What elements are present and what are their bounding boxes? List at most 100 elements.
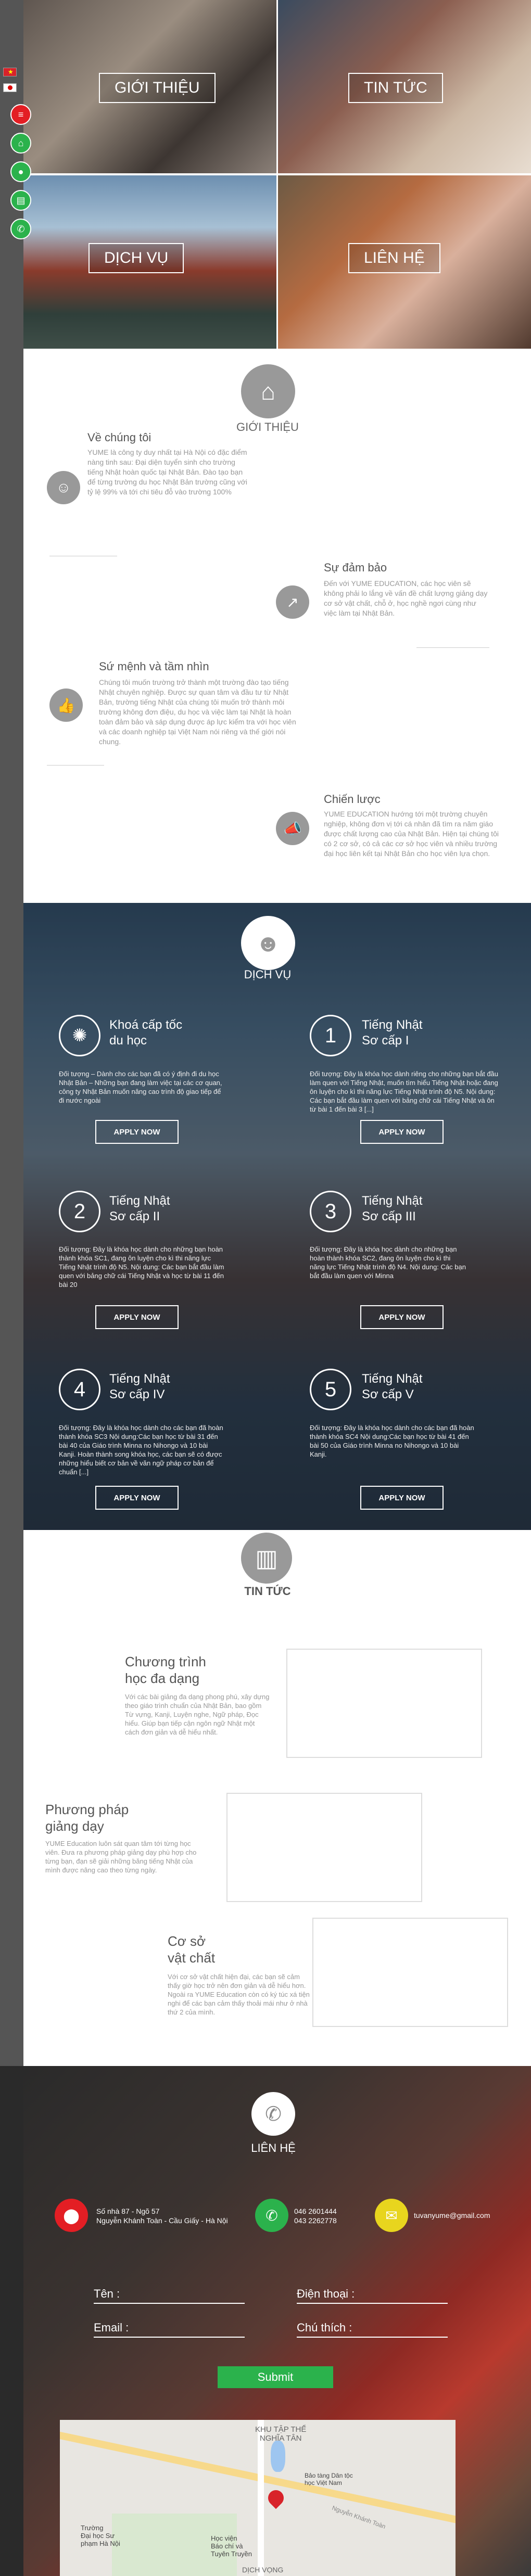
about-item-text: Đến với YUME EDUCATION, các học viên sẽ … bbox=[324, 579, 488, 617]
phone-icon: ✆ bbox=[251, 2092, 295, 2136]
about-item-title: Về chúng tôi bbox=[87, 431, 151, 444]
news-image bbox=[312, 1918, 508, 2027]
phone-label: Điện thoại : bbox=[297, 2287, 355, 2300]
news-title-line1: Cơ sở bbox=[168, 1933, 206, 1949]
apply-now-button[interactable]: APPLY NOW bbox=[360, 1305, 444, 1329]
phone-icon: ✆ bbox=[255, 2199, 288, 2232]
map-pin-icon: ⬤ bbox=[55, 2199, 88, 2232]
hero-tile-gioi-thieu[interactable]: GIỚI THIỆU bbox=[23, 0, 276, 173]
phone-input[interactable] bbox=[297, 2303, 448, 2304]
mail-icon: ✉ bbox=[375, 2199, 408, 2232]
map-lake bbox=[271, 2441, 285, 2472]
apply-now-button[interactable]: APPLY NOW bbox=[95, 1120, 179, 1144]
document-icon[interactable]: ▤ bbox=[10, 190, 31, 211]
service-text: Đối tượng: Đây là khóa học dành cho nhữn… bbox=[310, 1245, 466, 1280]
sunburst-icon: ✺ bbox=[59, 1015, 100, 1056]
address-line: Nguyễn Khánh Toàn - Cầu Giấy - Hà Nội bbox=[96, 2216, 228, 2225]
map[interactable]: KHU TẬP THỂ NGHĨA TÂN Bảo tàng Dân tộc học… bbox=[60, 2420, 456, 2576]
number-badge: 2 bbox=[59, 1191, 100, 1232]
divider bbox=[47, 765, 104, 766]
vietnamese-flag-icon[interactable] bbox=[3, 68, 17, 76]
service-text: Đối tượng: Đây là khóa học dành cho nhữn… bbox=[59, 1245, 224, 1289]
hero-tile-dich-vu[interactable]: DỊCH VỤ bbox=[23, 175, 276, 349]
apply-now-button[interactable]: APPLY NOW bbox=[360, 1486, 444, 1510]
phone-number: 046 2601444 bbox=[294, 2207, 337, 2215]
news-text: Với các bài giảng đa dạng phong phú, xây… bbox=[125, 1693, 270, 1736]
home-icon[interactable]: ⌂ bbox=[10, 133, 31, 154]
name-input[interactable] bbox=[94, 2303, 245, 2304]
map-pin-icon[interactable] bbox=[264, 2486, 287, 2509]
japanese-flag-icon[interactable] bbox=[3, 83, 17, 92]
map-road bbox=[258, 2420, 264, 2576]
note-label: Chú thích : bbox=[297, 2321, 352, 2334]
service-title-line1: Tiếng Nhật bbox=[109, 1194, 170, 1208]
about-title: GIỚI THIỆU bbox=[236, 420, 299, 433]
service-title-line2: Sơ cấp I bbox=[362, 1034, 409, 1048]
home-icon: ⌂ bbox=[241, 364, 295, 418]
email-address: tuvanyume@gmail.com bbox=[414, 2211, 490, 2220]
hero-label[interactable]: DỊCH VỤ bbox=[88, 243, 184, 273]
hero-label[interactable]: GIỚI THIỆU bbox=[99, 73, 216, 103]
contact-title: LIÊN HỆ bbox=[251, 2141, 296, 2154]
service-title-line2: du học bbox=[109, 1034, 147, 1048]
service-title-line1: Tiếng Nhật bbox=[109, 1372, 170, 1386]
phone-icon[interactable]: ✆ bbox=[10, 219, 31, 239]
hero-label[interactable]: LIÊN HỆ bbox=[348, 243, 440, 273]
news-title-line2: vật chất bbox=[168, 1950, 216, 1966]
about-item-text: Chúng tôi muốn trường trở thành một trườ… bbox=[99, 678, 296, 746]
user-icon[interactable]: ● bbox=[10, 161, 31, 182]
number-badge: 1 bbox=[310, 1015, 351, 1056]
service-text: Đối tượng: Đây là khóa học dành cho các … bbox=[59, 1424, 223, 1476]
about-item-title: Sự đảm bảo bbox=[324, 561, 387, 574]
support-agent-icon: ☻ bbox=[241, 916, 295, 970]
number-badge: 5 bbox=[310, 1369, 351, 1410]
number-badge: 3 bbox=[310, 1191, 351, 1232]
megaphone-icon: 📣 bbox=[276, 812, 309, 845]
hero: GIỚI THIỆU TIN TỨC DỊCH VỤ LIÊN HỆ bbox=[23, 0, 531, 349]
map-label: Nguyễn Khánh Toàn bbox=[331, 2504, 387, 2531]
service-title-line2: Sơ cấp II bbox=[109, 1209, 160, 1223]
email-label: Email : bbox=[94, 2321, 129, 2334]
thumbs-up-icon: 👍 bbox=[49, 688, 83, 722]
hero-tile-tin-tuc[interactable]: TIN TỨC bbox=[278, 0, 531, 173]
map-label: Trường Đại học Sư phạm Hà Nội bbox=[81, 2524, 120, 2547]
hero-label[interactable]: TIN TỨC bbox=[348, 73, 443, 103]
service-text: Đối tượng: Đây là khóa học dành riêng ch… bbox=[310, 1070, 499, 1113]
about-item-title: Chiến lược bbox=[324, 793, 381, 806]
apply-now-button[interactable]: APPLY NOW bbox=[95, 1305, 179, 1329]
name-label: Tên : bbox=[94, 2287, 120, 2300]
service-title-line2: Sơ cấp V bbox=[362, 1387, 414, 1401]
news-title-line1: Phương pháp bbox=[45, 1802, 129, 1817]
chart-icon: ↗ bbox=[276, 585, 309, 619]
map-label: KHU TẬP THỂ NGHĨA TÂN bbox=[255, 2425, 307, 2443]
map-label: Bảo tàng Dân tộc học Việt Nam bbox=[305, 2472, 353, 2486]
news-image bbox=[226, 1793, 422, 1902]
hero-tile-lien-he[interactable]: LIÊN HỆ bbox=[278, 175, 531, 349]
service-title-line2: Sơ cấp III bbox=[362, 1209, 416, 1223]
news-title-line1: Chương trình bbox=[125, 1654, 206, 1669]
group-icon: ☺ bbox=[47, 471, 80, 504]
submit-button[interactable]: Submit bbox=[218, 2366, 333, 2388]
apply-now-button[interactable]: APPLY NOW bbox=[360, 1120, 444, 1144]
service-text: Đối tượng: Đây là khóa học dành cho các … bbox=[310, 1424, 474, 1458]
services-title: DỊCH VỤ bbox=[244, 968, 292, 981]
divider bbox=[416, 647, 489, 648]
news-text: YUME Education luôn sát quan tâm tới từn… bbox=[45, 1840, 197, 1874]
menu-icon[interactable]: ≡ bbox=[10, 104, 31, 125]
email-input[interactable] bbox=[94, 2337, 245, 2338]
service-text: Đối tượng – Dành cho các bạn đã có ý địn… bbox=[59, 1070, 222, 1104]
service-title-line1: Tiếng Nhật bbox=[362, 1018, 423, 1032]
news-title-line2: giảng dạy bbox=[45, 1818, 104, 1834]
note-input[interactable] bbox=[297, 2337, 448, 2338]
phone-number: 043 2262778 bbox=[294, 2216, 337, 2225]
service-title-line1: Khoá cấp tốc bbox=[109, 1018, 183, 1032]
about-item-title: Sứ mệnh và tầm nhìn bbox=[99, 660, 209, 673]
newspaper-icon: ▥ bbox=[241, 1533, 292, 1584]
left-bar bbox=[0, 0, 23, 2066]
apply-now-button[interactable]: APPLY NOW bbox=[95, 1486, 179, 1510]
about-item-text: YUME là công ty duy nhất tại Hà Nội có đ… bbox=[87, 448, 248, 496]
news-title: TIN TỨC bbox=[244, 1585, 291, 1598]
number-badge: 4 bbox=[59, 1369, 100, 1410]
about-item-text: YUME EDUCATION hướng tới một trường chuy… bbox=[324, 810, 499, 858]
address-line: Số nhà 87 - Ngõ 57 bbox=[96, 2207, 160, 2215]
